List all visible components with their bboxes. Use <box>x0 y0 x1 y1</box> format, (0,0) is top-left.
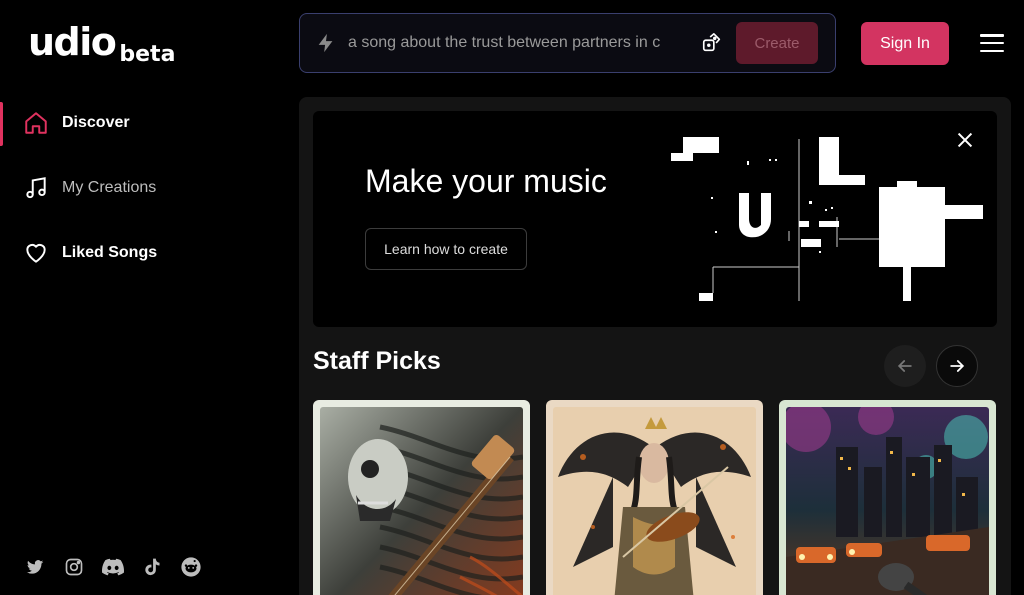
song-cover-art <box>786 407 989 595</box>
section-title-staff-picks: Staff Picks <box>313 347 441 375</box>
learn-how-button[interactable]: Learn how to create <box>365 228 527 270</box>
sidebar-item-label: Discover <box>62 114 130 131</box>
heart-icon <box>22 239 50 267</box>
sidebar-item-my-creations[interactable]: My Creations <box>0 165 280 211</box>
carousel-prev-button[interactable] <box>884 345 926 387</box>
hero-banner: Make your music Learn how to create <box>313 111 997 327</box>
logo-beta-tag: beta <box>119 42 176 67</box>
udio-logo[interactable]: udio beta <box>28 20 175 67</box>
logo-wordmark: udio <box>28 20 117 64</box>
hamburger-menu-icon[interactable] <box>980 31 1004 55</box>
song-cover-art <box>320 407 523 595</box>
reddit-icon[interactable] <box>180 556 202 578</box>
arrow-right-icon <box>950 360 965 372</box>
app-root: udio beta Discover My Creations Liked So… <box>0 0 1024 595</box>
sidebar-item-label: Liked Songs <box>62 244 158 261</box>
song-cover-art <box>553 407 756 595</box>
carousel-next-button[interactable] <box>936 345 978 387</box>
sidebar-item-discover[interactable]: Discover <box>0 100 280 146</box>
social-links <box>24 556 202 578</box>
prompt-bar: Create <box>299 13 836 73</box>
song-prompt-input[interactable] <box>348 34 693 52</box>
hero-title: Make your music <box>365 163 607 199</box>
sidebar: udio beta Discover My Creations Liked So… <box>0 0 280 595</box>
song-card[interactable] <box>779 400 996 595</box>
twitter-icon[interactable] <box>24 556 46 578</box>
sidebar-item-liked-songs[interactable]: Liked Songs <box>0 230 280 276</box>
hero-pixel-art <box>671 137 983 301</box>
lightning-icon[interactable] <box>312 29 340 57</box>
sidebar-nav: Discover My Creations Liked Songs <box>0 100 280 295</box>
main-panel: Make your music Learn how to create Staf… <box>299 97 1011 595</box>
dice-icon[interactable] <box>699 30 725 56</box>
active-indicator <box>0 102 3 146</box>
instagram-icon[interactable] <box>63 556 85 578</box>
arrow-left-icon <box>897 360 912 372</box>
home-icon <box>22 109 50 137</box>
create-button[interactable]: Create <box>736 22 818 64</box>
song-card[interactable] <box>313 400 530 595</box>
discord-icon[interactable] <box>102 556 124 578</box>
song-card[interactable] <box>546 400 763 595</box>
sign-in-button[interactable]: Sign In <box>861 22 949 65</box>
tiktok-icon[interactable] <box>141 556 163 578</box>
music-note-icon <box>22 174 50 202</box>
sidebar-item-label: My Creations <box>62 179 157 196</box>
